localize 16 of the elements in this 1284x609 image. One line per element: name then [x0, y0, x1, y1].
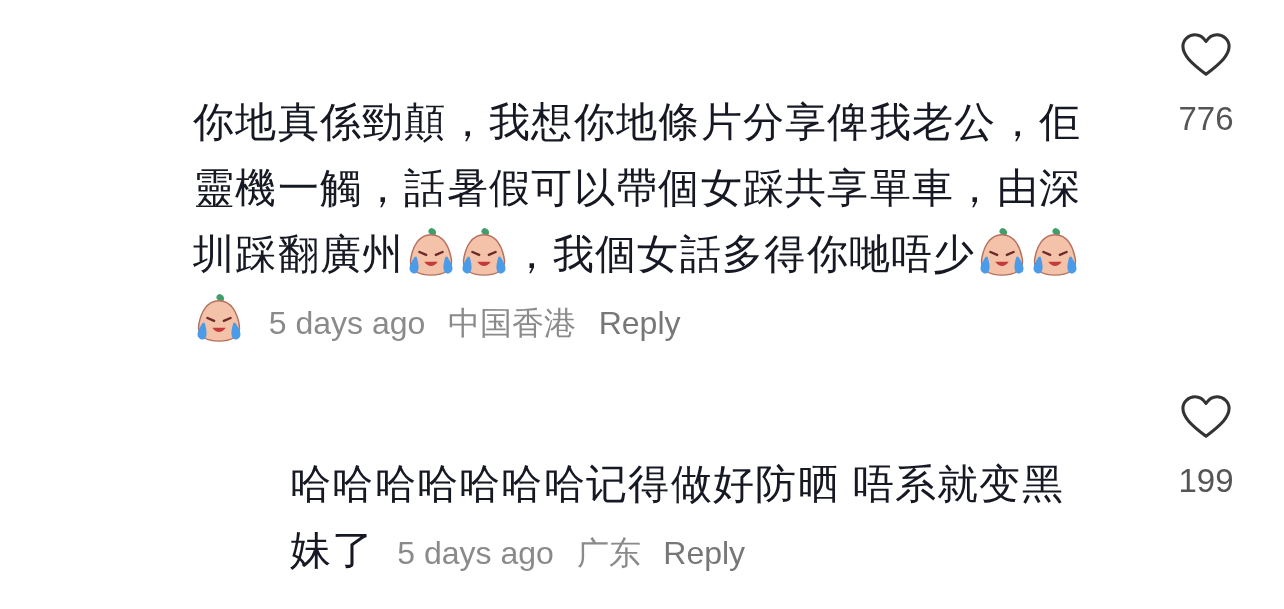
comment-text: 你地真係勁顛，我想你地條片分享俾我老公，佢	[193, 99, 1082, 145]
comment-text: 靈機一觸，話暑假可以帶個女踩共享單車，由深	[193, 165, 1082, 211]
comment-text: ，我個女話多得你哋唔少	[510, 231, 976, 277]
comment-time: 5 days ago	[268, 305, 426, 341]
reply-link[interactable]: Reply	[663, 535, 746, 571]
like-count: 776	[1178, 100, 1234, 138]
like-count: 199	[1178, 462, 1234, 500]
heart-icon[interactable]	[1181, 32, 1231, 78]
reply-link[interactable]: Reply	[598, 305, 681, 341]
heart-icon[interactable]	[1181, 394, 1231, 440]
comment-text: 圳踩翻廣州	[193, 231, 405, 277]
comment-location: 中国香港	[447, 305, 576, 341]
comment-text: 哈哈哈哈哈哈哈记得做好防晒 唔系就变黑	[290, 461, 1065, 507]
comment-location: 广东	[576, 535, 641, 571]
comment-time: 5 days ago	[397, 535, 554, 571]
comment-text: 妹了	[290, 527, 375, 573]
